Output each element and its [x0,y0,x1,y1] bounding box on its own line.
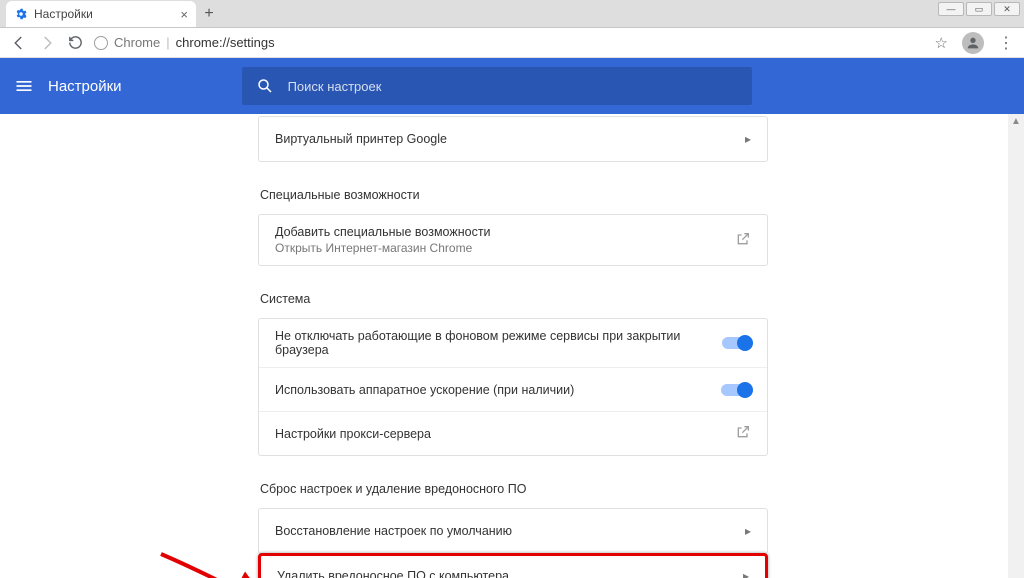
hamburger-menu[interactable] [0,76,48,96]
row-accessibility[interactable]: Добавить специальные возможности Открыть… [258,214,768,266]
tab-title: Настройки [34,7,174,21]
row-label: Добавить специальные возможности [275,225,491,239]
url-path: chrome://settings [176,35,275,50]
scroll-up-icon[interactable]: ▲ [1008,114,1024,130]
chrome-icon [94,36,108,50]
row-label: Настройки прокси-сервера [275,427,431,441]
row-hardware-accel[interactable]: Использовать аппаратное ускорение (при н… [259,367,767,411]
profile-avatar[interactable] [962,32,984,54]
chevron-right-icon: ▸ [745,132,751,146]
window-close[interactable]: ✕ [994,2,1020,16]
row-sublabel: Открыть Интернет-магазин Chrome [275,241,491,255]
back-button[interactable] [10,34,28,52]
row-label: Удалить вредоносное ПО с компьютера [277,569,509,578]
new-tab-button[interactable]: + [196,1,222,27]
reload-button[interactable] [66,34,84,52]
page-title: Настройки [48,78,122,95]
close-icon[interactable]: × [180,8,188,21]
gear-icon [14,7,28,21]
settings-search[interactable] [242,67,752,105]
tab-strip: Настройки × + [0,0,1024,28]
address-bar: Chrome | chrome://settings ☆ ⋮ [0,28,1024,58]
row-label: Восстановление настроек по умолчанию [275,524,512,538]
bookmark-star-icon[interactable]: ☆ [935,34,948,52]
search-icon [256,77,274,95]
row-proxy[interactable]: Настройки прокси-сервера [259,411,767,455]
row-label: Не отключать работающие в фоновом режиме… [275,329,722,357]
browser-tab[interactable]: Настройки × [6,1,196,27]
row-label: Использовать аппаратное ускорение (при н… [275,383,574,397]
external-link-icon [735,424,751,443]
forward-button[interactable] [38,34,56,52]
settings-content: ▲ Виртуальный принтер Google ▸ Специальн… [0,114,1024,578]
section-system-title: Система [260,292,768,306]
chevron-right-icon: ▸ [745,524,751,538]
window-minimize[interactable]: — [938,2,964,16]
row-background-apps[interactable]: Не отключать работающие в фоновом режиме… [259,319,767,367]
url-scheme: Chrome [114,35,160,50]
section-reset-title: Сброс настроек и удаление вредоносного П… [260,482,768,496]
window-maximize[interactable]: ▭ [966,2,992,16]
row-cloud-print[interactable]: Виртуальный принтер Google ▸ [258,116,768,162]
external-link-icon [735,231,751,250]
row-reset-defaults[interactable]: Восстановление настроек по умолчанию ▸ [258,508,768,554]
scrollbar[interactable]: ▲ [1008,114,1024,578]
settings-header: Настройки [0,58,1024,114]
card-system: Не отключать работающие в фоновом режиме… [258,318,768,456]
chevron-right-icon: ▸ [743,569,749,578]
section-accessibility-title: Специальные возможности [260,188,768,202]
menu-kebab-icon[interactable]: ⋮ [998,33,1014,53]
search-input[interactable] [288,79,738,94]
row-label: Виртуальный принтер Google [275,132,447,146]
toggle-on-icon[interactable] [721,384,751,396]
omnibox[interactable]: Chrome | chrome://settings [94,35,925,50]
row-cleanup-computer[interactable]: Удалить вредоносное ПО с компьютера ▸ [258,553,768,578]
toggle-on-icon[interactable] [722,337,751,349]
window-controls: — ▭ ✕ [938,0,1024,18]
